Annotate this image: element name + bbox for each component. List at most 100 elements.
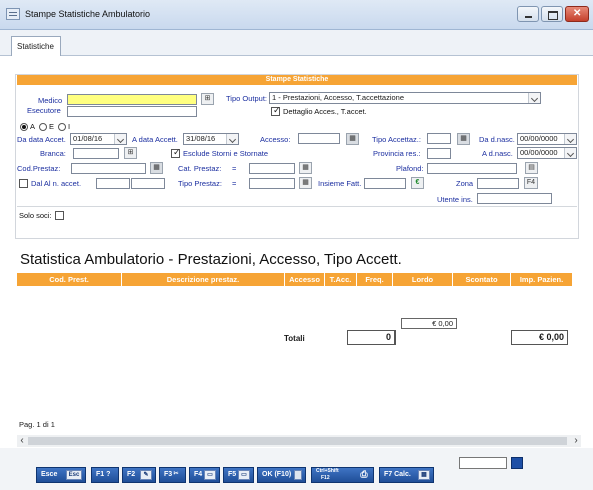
cod-prestaz-search-button[interactable]: ▦ — [150, 162, 163, 174]
solo-soci-label: Solo soci: — [19, 211, 52, 220]
esc-key-icon: Esc — [66, 470, 82, 480]
window-titlebar: Stampe Statistiche Ambulatorio — [0, 0, 593, 30]
zona-field[interactable] — [477, 178, 519, 189]
cat-prestaz-grid-button[interactable]: ▦ — [299, 162, 312, 174]
scroll-thumb[interactable] — [28, 437, 567, 445]
radio-i-label: I — [68, 122, 71, 131]
filter-panel-header: Stampe Statistiche — [17, 75, 577, 85]
print-button[interactable]: Ctrl+Shift F12 ⎙ — [311, 467, 374, 483]
f7-calc-button[interactable]: F7 Calc. ▦ — [379, 467, 434, 483]
tipo-prestaz-field[interactable] — [249, 178, 295, 189]
f1-label: F1 ? — [96, 471, 111, 478]
f7-label: F7 Calc. — [384, 471, 411, 478]
f4-button[interactable]: F4 ▭ — [189, 467, 220, 483]
report-title: Statistica Ambulatorio - Prestazioni, Ac… — [20, 251, 402, 268]
esce-label: Esce — [41, 471, 58, 478]
f2-label: F2 — [127, 471, 136, 478]
insieme-field[interactable] — [364, 178, 406, 189]
da-data-label: Da data Accet. — [17, 135, 66, 144]
print-shortcut-line2: F12 — [321, 475, 330, 481]
accesso-field[interactable] — [298, 133, 340, 144]
branca-label: Branca: — [40, 149, 66, 158]
ok-label: OK (F10) — [262, 471, 292, 478]
da-data-field[interactable]: 01/08/16 — [70, 133, 127, 145]
dal-field[interactable] — [96, 178, 130, 189]
plafond-label: Plafond: — [396, 164, 424, 173]
minimize-button[interactable] — [517, 6, 539, 22]
tipo-accettaz-field[interactable] — [427, 133, 451, 144]
chevron-down-icon — [226, 134, 238, 144]
scissors-icon: ✂ — [173, 471, 179, 477]
a-data-field[interactable]: 31/08/16 — [183, 133, 239, 145]
maximize-button[interactable] — [541, 6, 563, 22]
accesso-search-button[interactable]: ▦ — [346, 133, 359, 145]
status-field[interactable] — [459, 457, 507, 469]
edit-icon: ✎ — [140, 470, 152, 480]
search-icon: ⊞ — [127, 149, 134, 156]
tipo-output-select[interactable]: 1 - Prestazioni, Accesso, T.accettazione — [269, 92, 541, 104]
provincia-field[interactable] — [427, 148, 451, 159]
radio-a[interactable] — [20, 123, 28, 131]
totali-imp-pazien: € 0,00 — [511, 330, 568, 345]
branca-search-button[interactable]: ⊞ — [124, 147, 137, 159]
tipo-output-label: Tipo Output: — [226, 94, 267, 103]
solo-soci-checkbox[interactable] — [55, 211, 64, 220]
plafond-field[interactable] — [427, 163, 517, 174]
radio-a-label: A — [30, 122, 36, 131]
medico-search-button[interactable]: ⊞ — [201, 93, 214, 105]
esclude-checkbox[interactable] — [171, 147, 181, 158]
insieme-euro-button[interactable]: € — [411, 177, 424, 189]
f3-button[interactable]: F3 ✂ — [159, 467, 186, 483]
close-button[interactable] — [565, 6, 589, 22]
scroll-right-icon[interactable]: › — [571, 435, 581, 447]
a-dnasc-field[interactable]: 00/00/0000 — [517, 147, 577, 159]
tab-statistiche[interactable]: Statistiche — [11, 36, 61, 56]
accesso-label: Accesso: — [260, 135, 291, 144]
da-dnasc-field[interactable]: 00/00/0000 — [517, 133, 577, 145]
medico-field[interactable] — [67, 94, 197, 105]
radio-e-label: E — [49, 122, 55, 131]
zona-f4-button[interactable]: F4 — [524, 177, 538, 189]
a-dnasc-value: 00/00/0000 — [520, 148, 558, 157]
cod-prestaz-field[interactable] — [71, 163, 146, 174]
dettaglio-checkbox[interactable] — [271, 105, 281, 116]
f2-button[interactable]: F2 ✎ — [122, 467, 156, 483]
window-icon: ▭ — [204, 470, 216, 480]
f5-button[interactable]: F5 ▭ — [223, 467, 254, 483]
cat-prestaz-field[interactable] — [249, 163, 295, 174]
window-icon: ▭ — [238, 470, 250, 480]
utente-field[interactable] — [477, 193, 552, 204]
dal-al-label: Dal Al n. accet. — [31, 179, 82, 188]
col-header-scontato: Scontato — [453, 273, 511, 286]
zona-label: Zona — [456, 179, 474, 188]
calculator-icon: ▦ — [418, 470, 430, 480]
f4-label: F4 — [194, 471, 203, 478]
insieme-label: Insieme Fatt. — [318, 179, 362, 188]
f1-help-button[interactable]: F1 ? — [91, 467, 119, 483]
provincia-label: Provincia res.: — [373, 149, 421, 158]
tipo-accettaz-search-button[interactable]: ▦ — [457, 133, 470, 145]
esecutore-field[interactable] — [67, 106, 197, 117]
tipo-prestaz-grid-button[interactable]: ▦ — [299, 177, 312, 189]
search-icon: ▦ — [349, 135, 356, 142]
scroll-left-icon[interactable]: ‹ — [17, 435, 27, 447]
horizontal-scrollbar[interactable]: ‹ › — [17, 435, 581, 447]
chevron-down-icon — [564, 134, 576, 144]
printer-icon: ⎙ — [360, 469, 368, 479]
esce-button[interactable]: Esce Esc — [36, 467, 86, 483]
dal-al-checkbox[interactable] — [19, 179, 28, 188]
grid-icon: ▦ — [302, 179, 309, 186]
radio-i[interactable] — [58, 123, 66, 131]
grid-icon: ▦ — [153, 164, 160, 171]
plafond-calendar-button[interactable]: ▤ — [525, 162, 538, 174]
ok-f10-button[interactable]: OK (F10) — [257, 467, 306, 483]
status-indicator[interactable] — [511, 457, 523, 469]
branca-field[interactable] — [73, 148, 119, 159]
cat-prestaz-label: Cat. Prestaz: — [178, 164, 222, 173]
radio-e[interactable] — [39, 123, 47, 131]
al-field[interactable] — [131, 178, 165, 189]
col-header-descrizione: Descrizione prestaz. — [122, 273, 285, 286]
tipo-output-value: 1 - Prestazioni, Accesso, T.accettazione — [272, 93, 405, 102]
a-dnasc-label: A d.nasc. — [482, 149, 513, 158]
a-data-label: A data Accett. — [132, 135, 178, 144]
